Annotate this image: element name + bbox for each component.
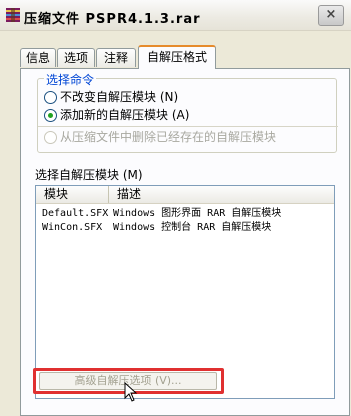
mouse-cursor-icon: [124, 382, 138, 402]
radio-separator: [38, 126, 338, 127]
list-header: 模块 描述: [36, 186, 334, 204]
tab-strip: 信息 选项 注释 自解压格式: [20, 45, 350, 69]
close-button[interactable]: ×: [318, 5, 344, 26]
winrar-app-icon: [6, 8, 20, 22]
tab-info[interactable]: 信息: [20, 48, 56, 67]
radio-add-new-label: 添加新的自解压模块 (A): [60, 108, 190, 122]
column-header-module[interactable]: 模块: [36, 186, 109, 203]
sfx-module-list[interactable]: 模块 描述 Default.SFX Windows 图形界面 RAR 自解压模块…: [35, 185, 335, 399]
module-list-label: 选择自解压模块 (M): [35, 168, 143, 182]
title-bar: 压缩文件 PSPR4.1.3.rar ×: [0, 0, 351, 31]
module-description: Windows 控制台 RAR 自解压模块: [113, 222, 272, 233]
radio-add-new[interactable]: 添加新的自解压模块 (A): [44, 107, 189, 123]
module-name: Default.SFX: [42, 208, 109, 219]
command-group-title: 选择命令: [44, 71, 97, 88]
radio-remove-existing-label: 从压缩文件中删除已经存在的自解压模块: [60, 130, 277, 144]
radio-no-change-label: 不改变自解压模块 (N): [60, 90, 179, 104]
column-header-description[interactable]: 描述: [109, 186, 334, 203]
radio-remove-existing: 从压缩文件中删除已经存在的自解压模块: [44, 129, 276, 145]
window-title: 压缩文件 PSPR4.1.3.rar: [24, 12, 201, 27]
command-groupbox: 选择命令 不改变自解压模块 (N) 添加新的自解压模块 (A) 从压缩文件中删除…: [37, 71, 338, 153]
list-item[interactable]: WinCon.SFX Windows 控制台 RAR 自解压模块: [36, 221, 334, 234]
winrar-archive-dialog: 压缩文件 PSPR4.1.3.rar × 信息 选项 注释 自解压格式 选择命令…: [0, 0, 351, 416]
radio-no-change[interactable]: 不改变自解压模块 (N): [44, 89, 178, 105]
radio-button-icon: [44, 91, 57, 104]
tab-options[interactable]: 选项: [57, 48, 95, 67]
radio-button-icon: [44, 131, 57, 144]
list-item[interactable]: Default.SFX Windows 图形界面 RAR 自解压模块: [36, 207, 334, 220]
module-description: Windows 图形界面 RAR 自解压模块: [113, 208, 282, 219]
tab-panel-sfx: 选择命令 不改变自解压模块 (N) 添加新的自解压模块 (A) 从压缩文件中删除…: [20, 68, 350, 416]
tab-comment[interactable]: 注释: [96, 48, 136, 67]
radio-dot: [48, 113, 53, 118]
tab-sfx-format[interactable]: 自解压格式: [138, 45, 216, 69]
module-name: WinCon.SFX: [42, 222, 103, 233]
radio-checked-icon: [44, 109, 57, 122]
